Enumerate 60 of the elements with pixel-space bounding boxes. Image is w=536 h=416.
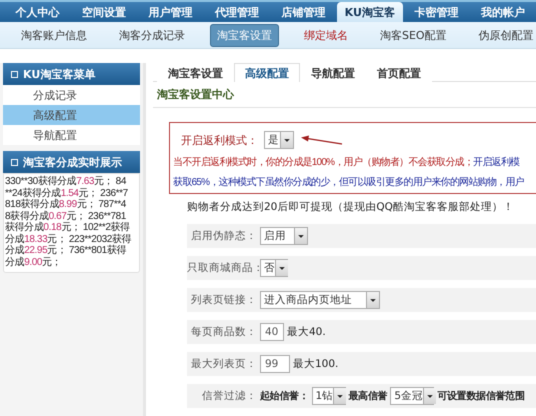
menu-title: KU淘宝客菜单 bbox=[23, 66, 96, 82]
ticker-line: 分成18.33元； 223**2032获得 bbox=[5, 234, 132, 244]
arrow-icon bbox=[300, 134, 344, 146]
menu-item[interactable]: 分成记录 bbox=[3, 85, 140, 105]
caret-icon bbox=[280, 132, 293, 148]
field-label: 最大列表页： bbox=[190, 357, 257, 371]
warning-text: 当不开启返利模式时，你的分成是100%，用户（购物者）不会获取分成；开启返利模 bbox=[173, 156, 520, 169]
menu-item[interactable]: 高级配置 bbox=[3, 105, 140, 125]
nav-tab[interactable]: 空间设置 bbox=[70, 2, 137, 22]
sub-nav-item[interactable]: 淘客分成记录 bbox=[112, 24, 192, 46]
ticker-line: 330**30获得分成7.63元； 84 bbox=[5, 176, 128, 188]
nav-tab[interactable]: 卡密管理 bbox=[403, 2, 470, 22]
max-hint: 最大100. bbox=[293, 357, 338, 371]
dropdown[interactable]: 5金冠 bbox=[390, 387, 434, 405]
nav-tab[interactable]: 用户管理 bbox=[137, 2, 204, 22]
menu-item[interactable]: 导航配置 bbox=[3, 125, 140, 145]
to-label: 最高信誉 bbox=[348, 389, 388, 403]
nav-tab[interactable]: 代理管理 bbox=[204, 2, 270, 22]
ticker-line: 818获得分成8.99元； 787**4 bbox=[5, 199, 127, 210]
nav-tab[interactable]: 我的帐户 bbox=[470, 2, 536, 22]
caret-icon bbox=[333, 388, 346, 404]
number-field[interactable]: 99 bbox=[260, 355, 290, 373]
dropdown[interactable]: 否 bbox=[260, 259, 288, 277]
caret-icon bbox=[275, 260, 288, 276]
sub-nav-item[interactable]: 淘客账户信息 bbox=[14, 24, 94, 46]
field-label: 只取商城商品： bbox=[187, 261, 257, 275]
ticker-line: 8获得分成0.67元； 236**781 bbox=[5, 210, 127, 222]
ticker-line: 获得分成0.18元； 102**2获得 bbox=[5, 222, 131, 234]
caret-icon bbox=[423, 388, 436, 404]
from-label: 起始信誉： bbox=[260, 390, 309, 403]
nav-tab[interactable]: 个人中心 bbox=[4, 2, 70, 22]
info-text: 获取65%，这种模式下虽然你分成的少，但可以吸引更多的用户来你的网站购物，用户 bbox=[173, 176, 525, 189]
sub-nav-item[interactable]: 伪原创配置 bbox=[472, 24, 536, 46]
caret-icon bbox=[294, 228, 307, 244]
number-field[interactable]: 40 bbox=[260, 323, 284, 341]
ticker-line: 分成22.95元； 736**801获得 bbox=[5, 245, 128, 256]
caret-icon bbox=[366, 292, 379, 308]
nav-tab[interactable]: 店铺管理 bbox=[270, 2, 336, 22]
panel-title: 淘宝客设置中心 bbox=[153, 82, 536, 108]
ticker-line: **24获得分成1.54元； 236**7 bbox=[5, 188, 129, 198]
field-label: 启用伪静态： bbox=[190, 229, 257, 243]
dropdown[interactable]: 进入商品内页地址 bbox=[260, 291, 380, 309]
dropdown[interactable]: 是 bbox=[264, 131, 294, 149]
max-hint: 最大40. bbox=[287, 325, 326, 339]
ticker-title: 淘宝客分成实时展示 bbox=[23, 154, 122, 170]
ticker-line: 分成9.00元； bbox=[5, 256, 62, 268]
square-icon bbox=[11, 70, 18, 78]
rebate-label: 开启返利模式： bbox=[181, 134, 258, 148]
square-icon bbox=[11, 158, 18, 166]
withdraw-note: 购物者分成达到20后即可提现（提现由QQ酷淘宝客客服部处理）！ bbox=[187, 200, 515, 214]
nav-tab[interactable]: KU淘宝客 bbox=[336, 2, 403, 22]
sub-nav-item[interactable]: 绑定域名 bbox=[297, 24, 355, 46]
sub-nav-item[interactable]: 淘客SEO配置 bbox=[373, 24, 454, 46]
range-hint: 可设置数据信誉范围 bbox=[437, 390, 525, 403]
field-label: 每页商品数： bbox=[190, 325, 257, 339]
tab[interactable]: 高级配置 bbox=[234, 63, 300, 82]
field-label: 列表页链接： bbox=[190, 293, 257, 307]
field-label: 信誉过滤： bbox=[201, 389, 257, 403]
dropdown[interactable]: 1钻 bbox=[312, 387, 346, 405]
dropdown[interactable]: 启用 bbox=[260, 227, 308, 245]
